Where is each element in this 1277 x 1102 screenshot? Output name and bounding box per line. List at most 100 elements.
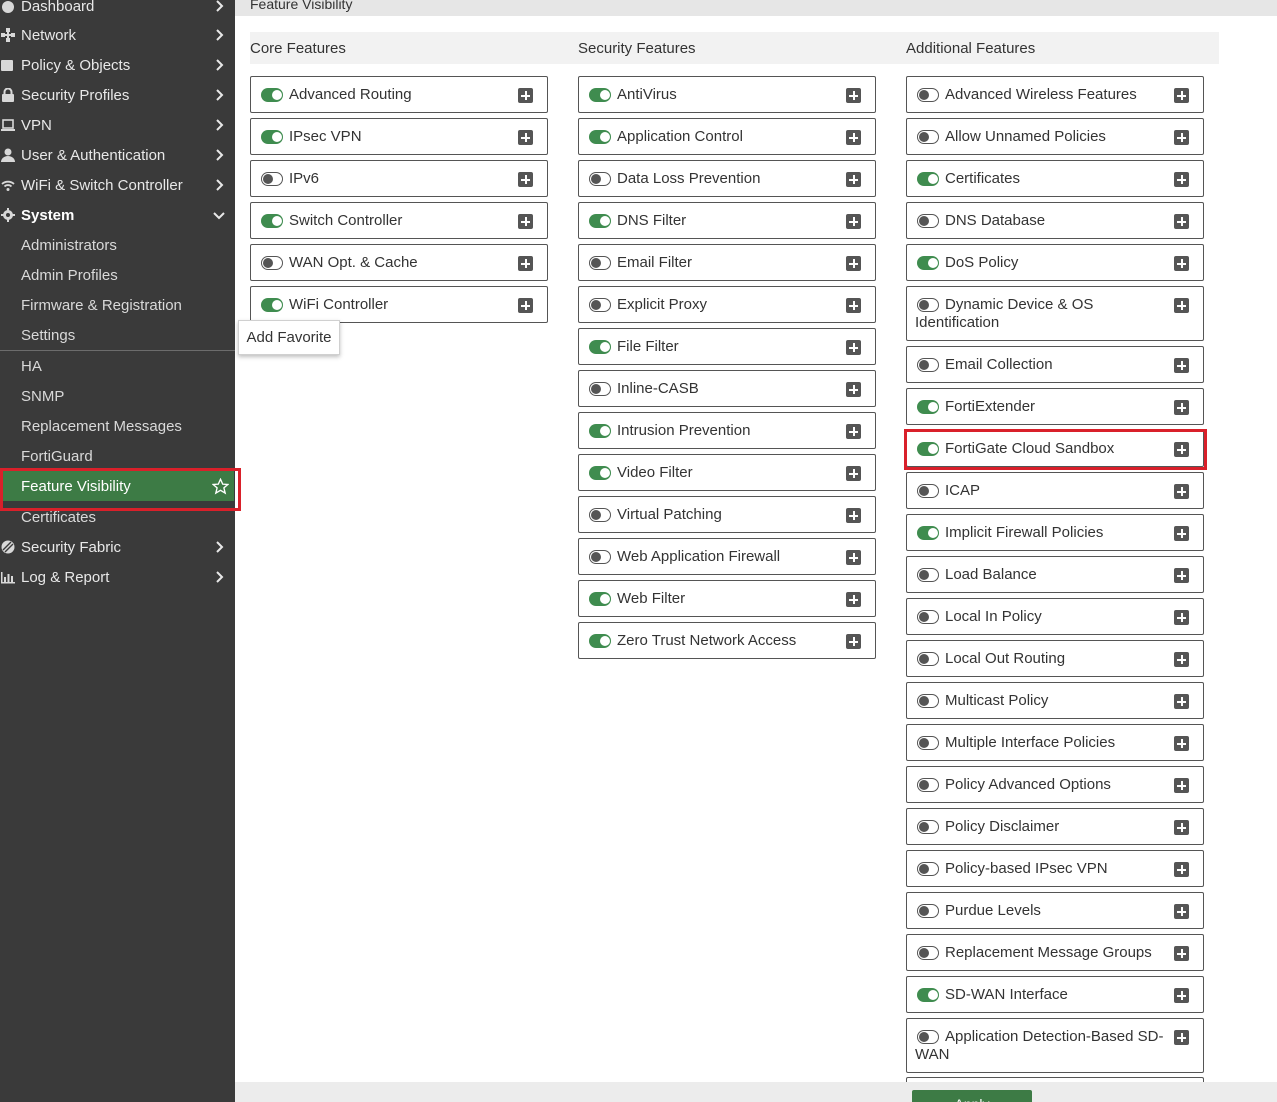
nav-log-report[interactable]: Log & Report (0, 562, 235, 592)
feature-toggle[interactable] (589, 508, 611, 522)
plus-square-icon[interactable] (518, 214, 533, 229)
feature-toggle[interactable] (917, 820, 939, 834)
feature-toggle[interactable] (589, 256, 611, 270)
feature-toggle[interactable] (261, 88, 283, 102)
plus-square-icon[interactable] (518, 256, 533, 271)
feature-toggle[interactable] (917, 88, 939, 102)
plus-square-icon[interactable] (1174, 862, 1189, 877)
feature-toggle[interactable] (917, 526, 939, 540)
feature-toggle[interactable] (917, 484, 939, 498)
plus-square-icon[interactable] (518, 130, 533, 145)
feature-toggle[interactable] (917, 256, 939, 270)
sidebar-item-fortiguard[interactable]: FortiGuard (0, 441, 235, 471)
feature-toggle[interactable] (917, 610, 939, 624)
nav-policy-objects[interactable]: Policy & Objects (0, 50, 235, 80)
feature-toggle[interactable] (261, 214, 283, 228)
feature-toggle[interactable] (589, 172, 611, 186)
plus-square-icon[interactable] (1174, 1030, 1189, 1045)
feature-toggle[interactable] (917, 214, 939, 228)
plus-square-icon[interactable] (1174, 130, 1189, 145)
feature-toggle[interactable] (917, 862, 939, 876)
plus-square-icon[interactable] (846, 550, 861, 565)
plus-square-icon[interactable] (1174, 568, 1189, 583)
feature-toggle[interactable] (589, 466, 611, 480)
feature-toggle[interactable] (589, 592, 611, 606)
plus-square-icon[interactable] (1174, 610, 1189, 625)
plus-square-icon[interactable] (1174, 358, 1189, 373)
feature-toggle[interactable] (589, 550, 611, 564)
feature-toggle[interactable] (589, 88, 611, 102)
feature-toggle[interactable] (917, 904, 939, 918)
plus-square-icon[interactable] (846, 172, 861, 187)
plus-square-icon[interactable] (1174, 214, 1189, 229)
feature-toggle[interactable] (917, 988, 939, 1002)
nav-user-authentication[interactable]: User & Authentication (0, 140, 235, 170)
apply-button[interactable]: Apply (912, 1090, 1032, 1102)
feature-toggle[interactable] (917, 172, 939, 186)
plus-square-icon[interactable] (846, 256, 861, 271)
plus-square-icon[interactable] (1174, 904, 1189, 919)
plus-square-icon[interactable] (518, 298, 533, 313)
feature-toggle[interactable] (261, 256, 283, 270)
feature-toggle[interactable] (917, 694, 939, 708)
plus-square-icon[interactable] (846, 382, 861, 397)
plus-square-icon[interactable] (1174, 400, 1189, 415)
sidebar-item-administrators[interactable]: Administrators (0, 230, 235, 260)
plus-square-icon[interactable] (846, 634, 861, 649)
feature-toggle[interactable] (917, 652, 939, 666)
plus-square-icon[interactable] (1174, 298, 1189, 313)
plus-square-icon[interactable] (1174, 946, 1189, 961)
plus-square-icon[interactable] (846, 424, 861, 439)
feature-toggle[interactable] (917, 946, 939, 960)
nav-security-fabric[interactable]: Security Fabric (0, 532, 235, 562)
feature-toggle[interactable] (917, 130, 939, 144)
feature-toggle[interactable] (917, 400, 939, 414)
nav-security-profiles[interactable]: Security Profiles (0, 80, 235, 110)
feature-toggle[interactable] (261, 130, 283, 144)
nav-dashboard[interactable]: Dashboard (0, 0, 235, 21)
nav-system[interactable]: System (0, 200, 235, 230)
plus-square-icon[interactable] (846, 88, 861, 103)
plus-square-icon[interactable] (1174, 256, 1189, 271)
sidebar-item-settings[interactable]: Settings (0, 320, 235, 350)
plus-square-icon[interactable] (846, 592, 861, 607)
feature-toggle[interactable] (261, 298, 283, 312)
plus-square-icon[interactable] (846, 298, 861, 313)
feature-toggle[interactable] (589, 340, 611, 354)
plus-square-icon[interactable] (846, 508, 861, 523)
plus-square-icon[interactable] (1174, 736, 1189, 751)
feature-toggle[interactable] (917, 778, 939, 792)
sidebar-item-snmp[interactable]: SNMP (0, 381, 235, 411)
feature-toggle[interactable] (589, 130, 611, 144)
nav-wifi-switch-controller[interactable]: WiFi & Switch Controller (0, 170, 235, 200)
plus-square-icon[interactable] (846, 466, 861, 481)
plus-square-icon[interactable] (1174, 820, 1189, 835)
feature-toggle[interactable] (261, 172, 283, 186)
feature-toggle[interactable] (589, 382, 611, 396)
plus-square-icon[interactable] (846, 214, 861, 229)
sidebar-item-ha[interactable]: HA (0, 351, 235, 381)
feature-toggle[interactable] (917, 736, 939, 750)
feature-toggle[interactable] (589, 424, 611, 438)
plus-square-icon[interactable] (518, 172, 533, 187)
plus-square-icon[interactable] (1174, 652, 1189, 667)
feature-toggle[interactable] (917, 358, 939, 372)
plus-square-icon[interactable] (1174, 694, 1189, 709)
sidebar-item-admin-profiles[interactable]: Admin Profiles (0, 260, 235, 290)
feature-toggle[interactable] (589, 214, 611, 228)
plus-square-icon[interactable] (1174, 526, 1189, 541)
feature-toggle[interactable] (589, 634, 611, 648)
sidebar-item-replacement-messages[interactable]: Replacement Messages (0, 411, 235, 441)
plus-square-icon[interactable] (1174, 88, 1189, 103)
plus-square-icon[interactable] (1174, 778, 1189, 793)
feature-toggle[interactable] (917, 568, 939, 582)
feature-toggle[interactable] (589, 298, 611, 312)
plus-square-icon[interactable] (1174, 172, 1189, 187)
nav-vpn[interactable]: VPN (0, 110, 235, 140)
plus-square-icon[interactable] (1174, 484, 1189, 499)
plus-square-icon[interactable] (518, 88, 533, 103)
nav-network[interactable]: Network (0, 20, 235, 50)
plus-square-icon[interactable] (846, 130, 861, 145)
plus-square-icon[interactable] (1174, 988, 1189, 1003)
sidebar-item-firmware-registration[interactable]: Firmware & Registration (0, 290, 235, 320)
